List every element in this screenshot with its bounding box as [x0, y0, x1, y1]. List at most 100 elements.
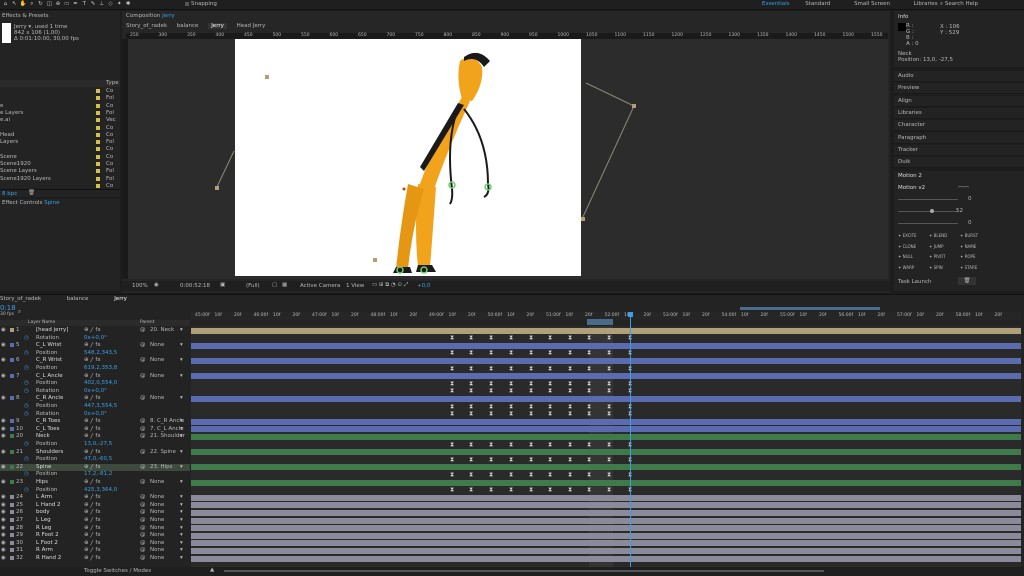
effects-presets-tab[interactable]: Effects & Presets [2, 13, 49, 19]
motion-tool-pivot[interactable]: ✦ PIVOT [929, 254, 945, 259]
project-item[interactable]: e Co [0, 103, 120, 110]
stopwatch-icon[interactable]: ◷ [24, 411, 29, 418]
keyframe-icon[interactable]: ⧗ [548, 411, 552, 417]
resolution-dropdown[interactable]: (Full) [246, 283, 260, 289]
pickwhip-icon[interactable]: @ [140, 464, 146, 471]
keyframe-icon[interactable]: ⧗ [587, 456, 591, 463]
layer-name[interactable]: C_L Toes [36, 426, 59, 433]
view-dropdown[interactable]: 1 View [346, 283, 364, 289]
visibility-icon[interactable]: ◉ [1, 418, 6, 425]
exposure-value[interactable]: +0,0 [417, 283, 430, 289]
motion-tool-jump[interactable]: ✦ JUMP [929, 244, 944, 249]
layer-duration-bar[interactable] [191, 555, 1021, 562]
layer-switches[interactable]: ⊕ ╱ fx [84, 555, 101, 562]
timeline-layer-row[interactable]: ◉ 6 C_R Wrist ⊕ ╱ fx @ None ▾ [0, 357, 190, 364]
keyframe-icon[interactable]: ⧗ [568, 487, 572, 493]
pan-behind-icon[interactable]: ⊕ [55, 1, 62, 8]
layer-name[interactable]: C_R Wrist [36, 357, 62, 364]
bpc-label[interactable]: 8 bpc [2, 191, 17, 197]
chevron-down-icon[interactable]: ▾ [180, 547, 183, 554]
keyframe-icon[interactable]: ⧗ [587, 365, 591, 372]
keyframe-icon[interactable]: ⧗ [469, 365, 473, 372]
project-item[interactable]: Scene1920 Co [0, 161, 120, 168]
rotate-tool-icon[interactable]: ↻ [37, 1, 44, 8]
property-value[interactable]: 402,0,554,0 [84, 380, 117, 387]
layer-switches[interactable]: ⊕ ╱ fx [84, 547, 101, 554]
layer-name[interactable]: C_R Ancle [36, 395, 63, 402]
camera-dropdown[interactable]: Active Camera [300, 283, 340, 289]
side-panel-duik[interactable]: Duik [894, 157, 1024, 169]
composition-tab[interactable]: Composition Jerry [126, 13, 175, 19]
parent-dropdown[interactable]: None [150, 395, 164, 402]
parent-dropdown[interactable]: None [150, 494, 164, 501]
keyframe-icon[interactable]: ⧗ [489, 365, 493, 372]
search-help[interactable]: ⌕ Search Help [940, 1, 978, 8]
motion-slider-1[interactable] [898, 199, 958, 200]
keyframe-icon[interactable]: ⧗ [450, 388, 454, 394]
keyframe-icon[interactable]: ⧗ [450, 365, 454, 372]
layer-switches[interactable]: ⊕ ╱ fx [84, 373, 101, 380]
parent-dropdown[interactable]: None [150, 517, 164, 524]
chevron-down-icon[interactable]: ▾ [180, 395, 183, 402]
chevron-down-icon[interactable]: ▾ [180, 433, 183, 440]
layer-duration-bar[interactable] [191, 418, 1021, 425]
property-track[interactable] [191, 388, 1021, 394]
layer-name[interactable]: R Arm [36, 547, 53, 554]
chevron-down-icon[interactable]: ▾ [180, 373, 183, 380]
keyframe-icon[interactable]: ⧗ [469, 487, 473, 493]
chevron-down-icon[interactable]: ▾ [180, 502, 183, 509]
stopwatch-icon[interactable]: ◷ [24, 365, 29, 372]
timeline-property-row[interactable]: ◷ Position 447,3,554,5 [0, 403, 190, 410]
toggle-icons[interactable]: ▭ ⊞ ⧉ ◔ ⊙ ⤢ [372, 282, 408, 289]
layer-duration-bar[interactable] [191, 479, 1021, 486]
chevron-down-icon[interactable]: ▾ [180, 540, 183, 547]
timeline-tab-jerry[interactable]: Jerry [114, 296, 127, 302]
timeline-property-row[interactable]: ◷ Rotation 0x+0,0° [0, 388, 190, 395]
motion-value-3[interactable]: 0 [968, 220, 972, 226]
layer-label-color[interactable] [10, 518, 14, 522]
keyframe-icon[interactable]: ⧗ [529, 388, 533, 394]
keyframe-icon[interactable]: ⧗ [509, 365, 513, 372]
layer-name[interactable]: Spine [36, 464, 51, 471]
effect-controls-tab[interactable]: Effect Controls Spine [2, 200, 59, 206]
layer-name[interactable]: body [36, 509, 50, 516]
property-track[interactable] [191, 335, 1021, 341]
pickwhip-icon[interactable]: @ [140, 509, 146, 516]
timeline-property-row[interactable]: ◷ Position 425,3,364,0 [0, 487, 190, 494]
keyframe-icon[interactable]: ⧗ [489, 335, 493, 341]
project-item[interactable]: Scene Layers Fol [0, 168, 120, 175]
timeline-layer-row[interactable]: ◉ 10 C_L Toes ⊕ ╱ fx @7. C_L Ancle ▾ [0, 426, 190, 433]
property-track[interactable] [191, 442, 1021, 448]
parent-dropdown[interactable]: None [150, 547, 164, 554]
property-value[interactable]: 619,2,353,8 [84, 365, 117, 372]
layer-label-color[interactable] [10, 373, 14, 378]
side-panel-libraries[interactable]: Libraries [894, 107, 1024, 119]
stopwatch-icon[interactable]: ◷ [24, 471, 29, 478]
keyframe-icon[interactable]: ⧗ [450, 350, 454, 356]
chevron-down-icon[interactable]: ▾ [180, 555, 183, 562]
parent-dropdown[interactable]: None [150, 373, 164, 380]
keyframe-icon[interactable]: ⧗ [568, 441, 572, 448]
comp-timecode[interactable]: 0:00:52:18 [180, 283, 210, 289]
layer-name[interactable]: Neck [36, 433, 50, 440]
project-item[interactable]: Co [0, 146, 120, 153]
motion-tool-blend[interactable]: ✦ BLEND [929, 233, 947, 238]
mask-tool-icon[interactable]: ▭ [63, 1, 70, 8]
keyframe-icon[interactable]: ⧗ [587, 471, 591, 478]
chevron-down-icon[interactable]: ▾ [180, 327, 183, 334]
motion-version-dropdown[interactable]: Motion v2 [898, 185, 925, 191]
timeline-timecode[interactable]: 0:18 [0, 305, 16, 312]
timeline-layer-row[interactable]: ◉ 23 Hips ⊕ ╱ fx @ None ▾ [0, 479, 190, 486]
layer-label-color[interactable] [10, 396, 14, 401]
hand-tool-icon[interactable]: ✋ [20, 1, 27, 8]
side-panel-preview[interactable]: Preview [894, 83, 1024, 95]
keyframe-icon[interactable]: ⧗ [529, 471, 533, 478]
timeline-layer-row[interactable]: ◉ 27 L Leg ⊕ ╱ fx @ None ▾ [0, 517, 190, 524]
layer-duration-bar[interactable] [191, 509, 1021, 516]
pickwhip-icon[interactable]: @ [140, 357, 146, 364]
layer-name-header[interactable]: Layer Name [28, 320, 55, 326]
layer-duration-bar[interactable] [191, 426, 1021, 433]
pickwhip-icon[interactable]: @ [140, 418, 146, 425]
keyframe-icon[interactable]: ⧗ [509, 388, 513, 394]
layer-duration-bar[interactable] [191, 464, 1021, 471]
